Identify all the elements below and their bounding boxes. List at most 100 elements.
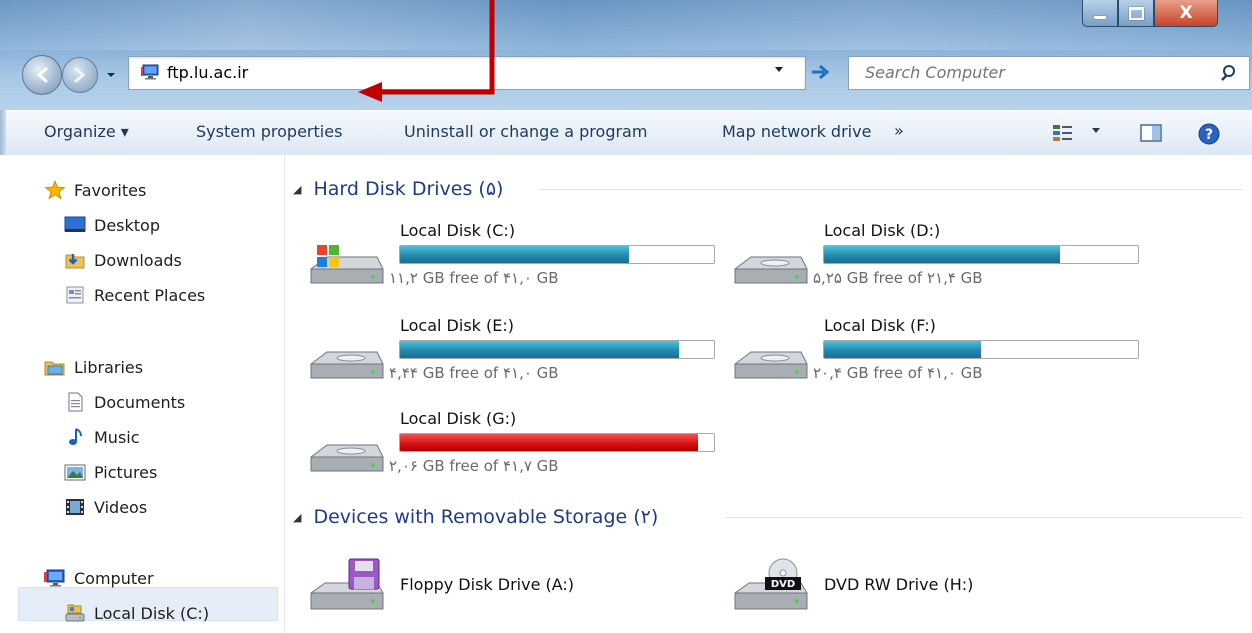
- navigation-pane: Favorites Desktop Downloads Recent Place…: [0, 155, 285, 633]
- drive-name: Local Disk (E:): [400, 316, 514, 335]
- group-header-removable-storage[interactable]: ◢ Devices with Removable Storage (۲): [293, 503, 658, 531]
- hard-disk-icon: [734, 256, 808, 284]
- sidebar-item-label: Desktop: [94, 215, 160, 235]
- back-button[interactable]: [22, 55, 62, 95]
- uninstall-program-button[interactable]: Uninstall or change a program: [404, 122, 647, 141]
- drive-usage-fill: [400, 341, 680, 358]
- pictures-icon: [64, 464, 86, 481]
- local-disk-icon: [65, 604, 85, 622]
- maximize-button[interactable]: [1118, 0, 1154, 27]
- drive-free-space: ۵,۲۵ GB free of ۲۱,۴ GB: [813, 269, 983, 287]
- sidebar-item-videos[interactable]: Videos: [64, 492, 147, 522]
- drive-usage-bar: [399, 245, 715, 264]
- sidebar-item-music[interactable]: Music: [64, 422, 140, 452]
- minimize-button[interactable]: [1082, 0, 1118, 27]
- device-dvd-drive[interactable]: DVD DVD RW Drive (H:): [709, 551, 1129, 621]
- drive-name: Local Disk (D:): [824, 221, 941, 240]
- drive-item[interactable]: Local Disk (D:) ۵,۲۵ GB free of ۲۱,۴ GB: [709, 221, 1139, 307]
- forward-button[interactable]: [62, 57, 98, 93]
- close-icon: X: [1179, 3, 1193, 23]
- star-icon: [44, 180, 66, 200]
- sidebar-item-favorites[interactable]: Favorites: [44, 175, 146, 205]
- arrow-left-icon: [36, 67, 48, 83]
- view-options-dropdown[interactable]: [1090, 124, 1102, 139]
- drive-free-space: ۱۱,۲ GB free of ۴۱,۰ GB: [389, 269, 559, 287]
- drive-item[interactable]: Local Disk (F:) ۲۰,۴ GB free of ۴۱,۰ GB: [709, 316, 1139, 402]
- drive-usage-bar: [399, 433, 715, 452]
- sidebar-item-libraries[interactable]: Libraries: [44, 352, 143, 382]
- help-icon[interactable]: ?: [1198, 123, 1220, 145]
- sidebar-item-recent-places[interactable]: Recent Places: [64, 280, 205, 310]
- sidebar-item-label: Libraries: [74, 357, 144, 377]
- drive-item[interactable]: Local Disk (G:) ۲,۰۶ GB free of ۴۱,۷ GB: [285, 409, 715, 495]
- group-divider-line: [539, 189, 1243, 190]
- group-header-label: Hard Disk Drives (۵): [313, 178, 504, 200]
- hard-disk-icon: [734, 351, 808, 379]
- sidebar-item-local-disk-c[interactable]: Local Disk (C:): [64, 598, 209, 628]
- drive-usage-bar: [823, 245, 1139, 264]
- sidebar-item-desktop[interactable]: Desktop: [64, 210, 160, 240]
- dvd-drive-icon: DVD: [734, 558, 808, 610]
- sidebar-item-downloads[interactable]: Downloads: [64, 245, 182, 275]
- content-pane: ◢ Hard Disk Drives (۵) Local Disk (C:) ۱…: [285, 155, 1252, 633]
- close-button[interactable]: X: [1154, 0, 1218, 27]
- windows-disk-icon: [310, 245, 384, 284]
- recent-pages-dropdown[interactable]: [104, 62, 118, 88]
- sidebar-item-pictures[interactable]: Pictures: [64, 457, 157, 487]
- address-history-dropdown[interactable]: [773, 63, 785, 78]
- drive-item[interactable]: Local Disk (C:) ۱۱,۲ GB free of ۴۱,۰ GB: [285, 221, 715, 307]
- title-bar: X ftp.lu.ac.ir: [0, 0, 1252, 110]
- system-properties-button[interactable]: System properties: [196, 122, 342, 141]
- sidebar-item-computer[interactable]: Computer: [44, 563, 154, 593]
- map-network-drive-button[interactable]: Map network drive: [722, 122, 871, 141]
- collapse-triangle-icon: ◢: [293, 510, 302, 524]
- drive-name: Local Disk (C:): [400, 221, 516, 240]
- organize-button[interactable]: Organize ▾: [44, 122, 129, 141]
- search-box[interactable]: [848, 56, 1250, 90]
- device-name: DVD RW Drive (H:): [824, 575, 974, 594]
- address-text[interactable]: ftp.lu.ac.ir: [167, 63, 248, 82]
- hard-disk-icon: [310, 444, 384, 472]
- desktop-icon: [64, 216, 86, 232]
- more-commands-button[interactable]: »: [894, 121, 904, 140]
- sidebar-item-label: Favorites: [74, 180, 147, 200]
- group-header-label: Devices with Removable Storage (۲): [313, 506, 659, 528]
- svg-text:?: ?: [1205, 127, 1213, 143]
- drive-usage-bar: [823, 340, 1139, 359]
- window-controls: X: [1082, 0, 1218, 28]
- videos-icon: [66, 499, 84, 515]
- libraries-icon: [44, 361, 65, 376]
- change-view-icon[interactable]: [1052, 123, 1074, 143]
- music-note-icon: [69, 428, 82, 445]
- drive-item[interactable]: Local Disk (E:) ۴,۴۴ GB free of ۴۱,۰ GB: [285, 316, 715, 402]
- sidebar-item-label: Videos: [94, 497, 148, 517]
- title-bar-glass: [0, 0, 1252, 50]
- minimize-icon: [1094, 15, 1106, 19]
- drive-usage-fill: [400, 434, 699, 451]
- drive-name: Local Disk (G:): [400, 409, 517, 428]
- drive-free-space: ۴,۴۴ GB free of ۴۱,۰ GB: [389, 364, 559, 382]
- arrow-right-icon: [812, 64, 830, 80]
- drive-name: Local Disk (F:): [824, 316, 936, 335]
- sidebar-item-label: Computer: [74, 568, 154, 588]
- sidebar-item-label: Recent Places: [94, 285, 206, 305]
- drive-free-space: ۲۰,۴ GB free of ۴۱,۰ GB: [813, 364, 983, 382]
- sidebar-item-label: Pictures: [94, 462, 158, 482]
- search-icon[interactable]: [1221, 64, 1239, 82]
- search-input[interactable]: [865, 63, 1185, 82]
- sidebar-item-label: Downloads: [94, 250, 182, 270]
- chevron-down-icon: [107, 73, 115, 77]
- address-bar[interactable]: ftp.lu.ac.ir: [128, 56, 806, 90]
- collapse-triangle-icon: ◢: [293, 182, 302, 196]
- sidebar-item-label: Local Disk (C:): [94, 603, 210, 623]
- command-toolbar: Organize ▾ System properties Uninstall o…: [0, 110, 1252, 156]
- go-button[interactable]: [806, 56, 834, 88]
- device-floppy-drive[interactable]: Floppy Disk Drive (A:): [285, 551, 705, 621]
- group-header-hard-disk-drives[interactable]: ◢ Hard Disk Drives (۵): [293, 175, 503, 203]
- maximize-icon: [1128, 6, 1144, 20]
- sidebar-item-label: Music: [94, 427, 140, 447]
- sidebar-item-documents[interactable]: Documents: [64, 387, 185, 417]
- preview-pane-icon[interactable]: [1140, 123, 1162, 143]
- arrow-right-icon: [74, 67, 86, 83]
- drive-free-space: ۲,۰۶ GB free of ۴۱,۷ GB: [389, 457, 559, 475]
